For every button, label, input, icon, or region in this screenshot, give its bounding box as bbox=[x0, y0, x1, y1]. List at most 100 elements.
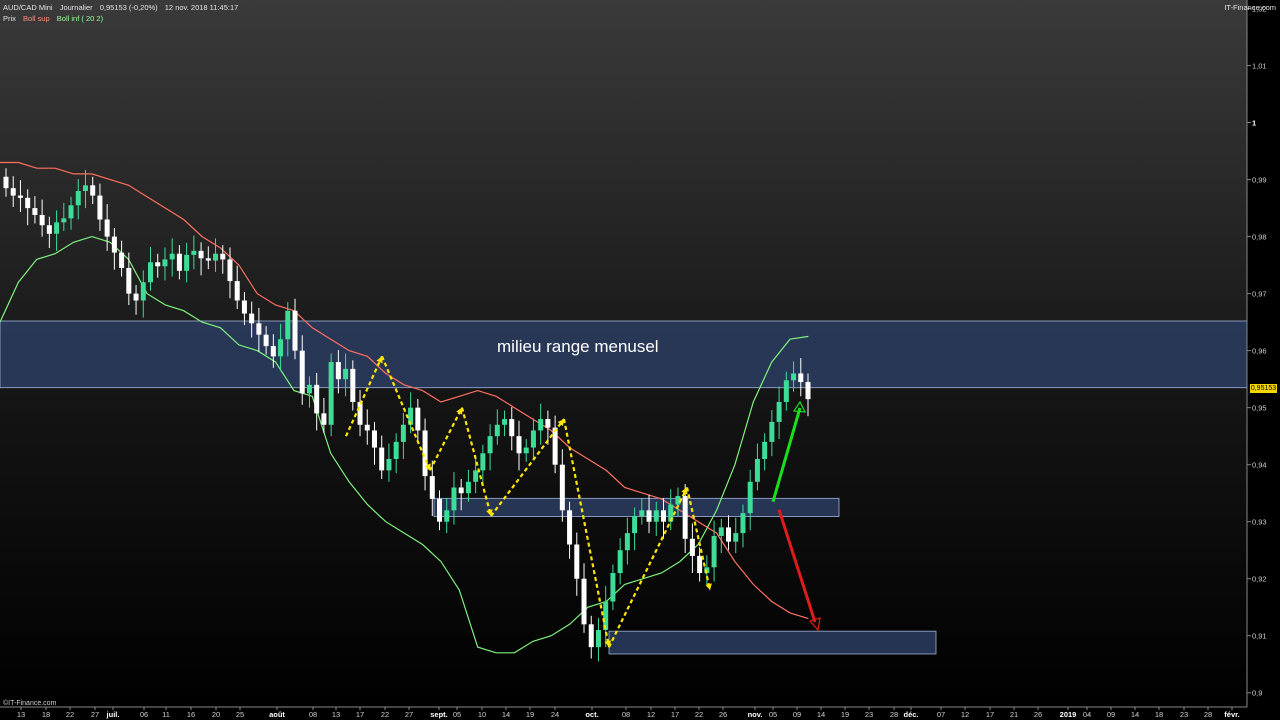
candle-body bbox=[379, 447, 385, 471]
candle-body bbox=[791, 373, 797, 381]
candle-body bbox=[285, 310, 291, 340]
x-tick-label: 05 bbox=[453, 710, 461, 719]
x-tick-label: 10 bbox=[478, 710, 486, 719]
candle-body bbox=[747, 481, 753, 514]
y-tick-label: 0,93 bbox=[1252, 518, 1267, 527]
candle-body bbox=[480, 453, 486, 471]
candle-body bbox=[429, 476, 435, 499]
candle-body bbox=[393, 441, 399, 459]
candle-body bbox=[689, 538, 695, 556]
candle-body bbox=[588, 624, 594, 648]
candle-body bbox=[559, 464, 565, 511]
candle-body bbox=[227, 259, 233, 282]
x-tick-label: 20 bbox=[212, 710, 220, 719]
candle-body bbox=[726, 527, 732, 542]
chart-header: AUD/CAD Mini Journalier 0,95153 (-0,20%)… bbox=[3, 3, 243, 12]
candle-body bbox=[552, 427, 558, 465]
candle-body bbox=[184, 254, 190, 271]
x-tick-label: sept. bbox=[430, 710, 448, 719]
candle-body bbox=[220, 253, 226, 260]
candle-body bbox=[610, 573, 616, 602]
candle-body bbox=[90, 185, 96, 196]
candle-body bbox=[335, 362, 341, 380]
candle-body bbox=[39, 214, 45, 226]
x-tick-label: 12 bbox=[647, 710, 655, 719]
candle-body bbox=[624, 533, 630, 551]
y-tick-label: 0,99 bbox=[1252, 176, 1267, 185]
candle-body bbox=[176, 253, 182, 271]
candle-body bbox=[798, 373, 804, 383]
x-tick-label: 17 bbox=[356, 710, 364, 719]
x-tick-label: 18 bbox=[1155, 710, 1163, 719]
candle-body bbox=[148, 262, 154, 283]
x-tick-label: 08 bbox=[622, 710, 630, 719]
indicator-legend: Prix Boll sup Boll inf ( 20 2) bbox=[3, 14, 108, 23]
y-tick-label: 0,98 bbox=[1252, 233, 1267, 242]
candle-body bbox=[639, 510, 645, 516]
candle-body bbox=[263, 334, 269, 347]
y-tick-label: 0,96 bbox=[1252, 347, 1267, 356]
candle-body bbox=[632, 515, 638, 534]
candle-body bbox=[516, 436, 522, 454]
candle-body bbox=[386, 458, 392, 471]
y-tick-label: 1 bbox=[1252, 119, 1256, 128]
candle-body bbox=[169, 253, 175, 260]
x-tick-label: août bbox=[269, 710, 285, 719]
candle-body bbox=[530, 430, 536, 448]
y-tick-label: 0,95 bbox=[1252, 404, 1267, 413]
x-tick-label: 07 bbox=[937, 710, 945, 719]
x-tick-label: 22 bbox=[695, 710, 703, 719]
candle-body bbox=[595, 630, 601, 648]
candle-body bbox=[574, 544, 580, 579]
zone-rect bbox=[433, 497, 840, 517]
candle-body bbox=[75, 191, 81, 206]
x-tick-label: 22 bbox=[381, 710, 389, 719]
candle-body bbox=[660, 510, 666, 522]
candle-body bbox=[32, 208, 38, 215]
candle-body bbox=[769, 421, 775, 442]
x-tick-label: 27 bbox=[91, 710, 99, 719]
candle-body bbox=[17, 195, 23, 198]
candle-body bbox=[458, 487, 464, 494]
x-tick-label: 05 bbox=[769, 710, 777, 719]
zone-label: milieu range menusel bbox=[497, 337, 659, 356]
candle-body bbox=[805, 382, 811, 400]
candle-body bbox=[191, 250, 197, 255]
candle-body bbox=[61, 218, 67, 223]
candle-body bbox=[97, 195, 103, 220]
candle-body bbox=[82, 185, 88, 192]
timestamp-label: 12 nov. 2018 11:45:17 bbox=[164, 3, 239, 12]
period-label: Journalier bbox=[59, 3, 93, 12]
x-tick-label: nov. bbox=[748, 710, 763, 719]
candle-body bbox=[653, 510, 659, 522]
y-tick-label: 0,91 bbox=[1252, 632, 1267, 641]
x-tick-label: 25 bbox=[236, 710, 244, 719]
x-tick-label: 18 bbox=[42, 710, 50, 719]
candle-body bbox=[350, 368, 356, 402]
candle-body bbox=[292, 310, 298, 351]
x-tick-label: 26 bbox=[1034, 710, 1042, 719]
candle-body bbox=[754, 458, 760, 482]
candle-body bbox=[241, 300, 247, 314]
x-tick-label: 09 bbox=[793, 710, 801, 719]
x-tick-label: 21 bbox=[1010, 710, 1018, 719]
x-tick-label: 17 bbox=[671, 710, 679, 719]
x-tick-label: 04 bbox=[1083, 710, 1091, 719]
symbol-label: AUD/CAD Mini bbox=[3, 3, 53, 12]
price-chart[interactable]: 1,021,0110,990,980,970,960,950,940,930,9… bbox=[0, 0, 1280, 720]
x-tick-label: juil. bbox=[106, 710, 120, 719]
candle-body bbox=[502, 419, 508, 425]
candle-body bbox=[54, 222, 60, 234]
x-tick-label: déc. bbox=[903, 710, 918, 719]
x-tick-label: 28 bbox=[890, 710, 898, 719]
candle-body bbox=[133, 293, 139, 301]
candle-body bbox=[213, 253, 219, 261]
candle-body bbox=[581, 578, 587, 625]
candle-body bbox=[371, 430, 377, 448]
candle-body bbox=[523, 447, 529, 454]
candle-body bbox=[278, 339, 284, 357]
x-tick-label: 06 bbox=[140, 710, 148, 719]
candle-body bbox=[487, 436, 493, 454]
candle-body bbox=[3, 176, 9, 189]
candle-body bbox=[25, 197, 31, 209]
